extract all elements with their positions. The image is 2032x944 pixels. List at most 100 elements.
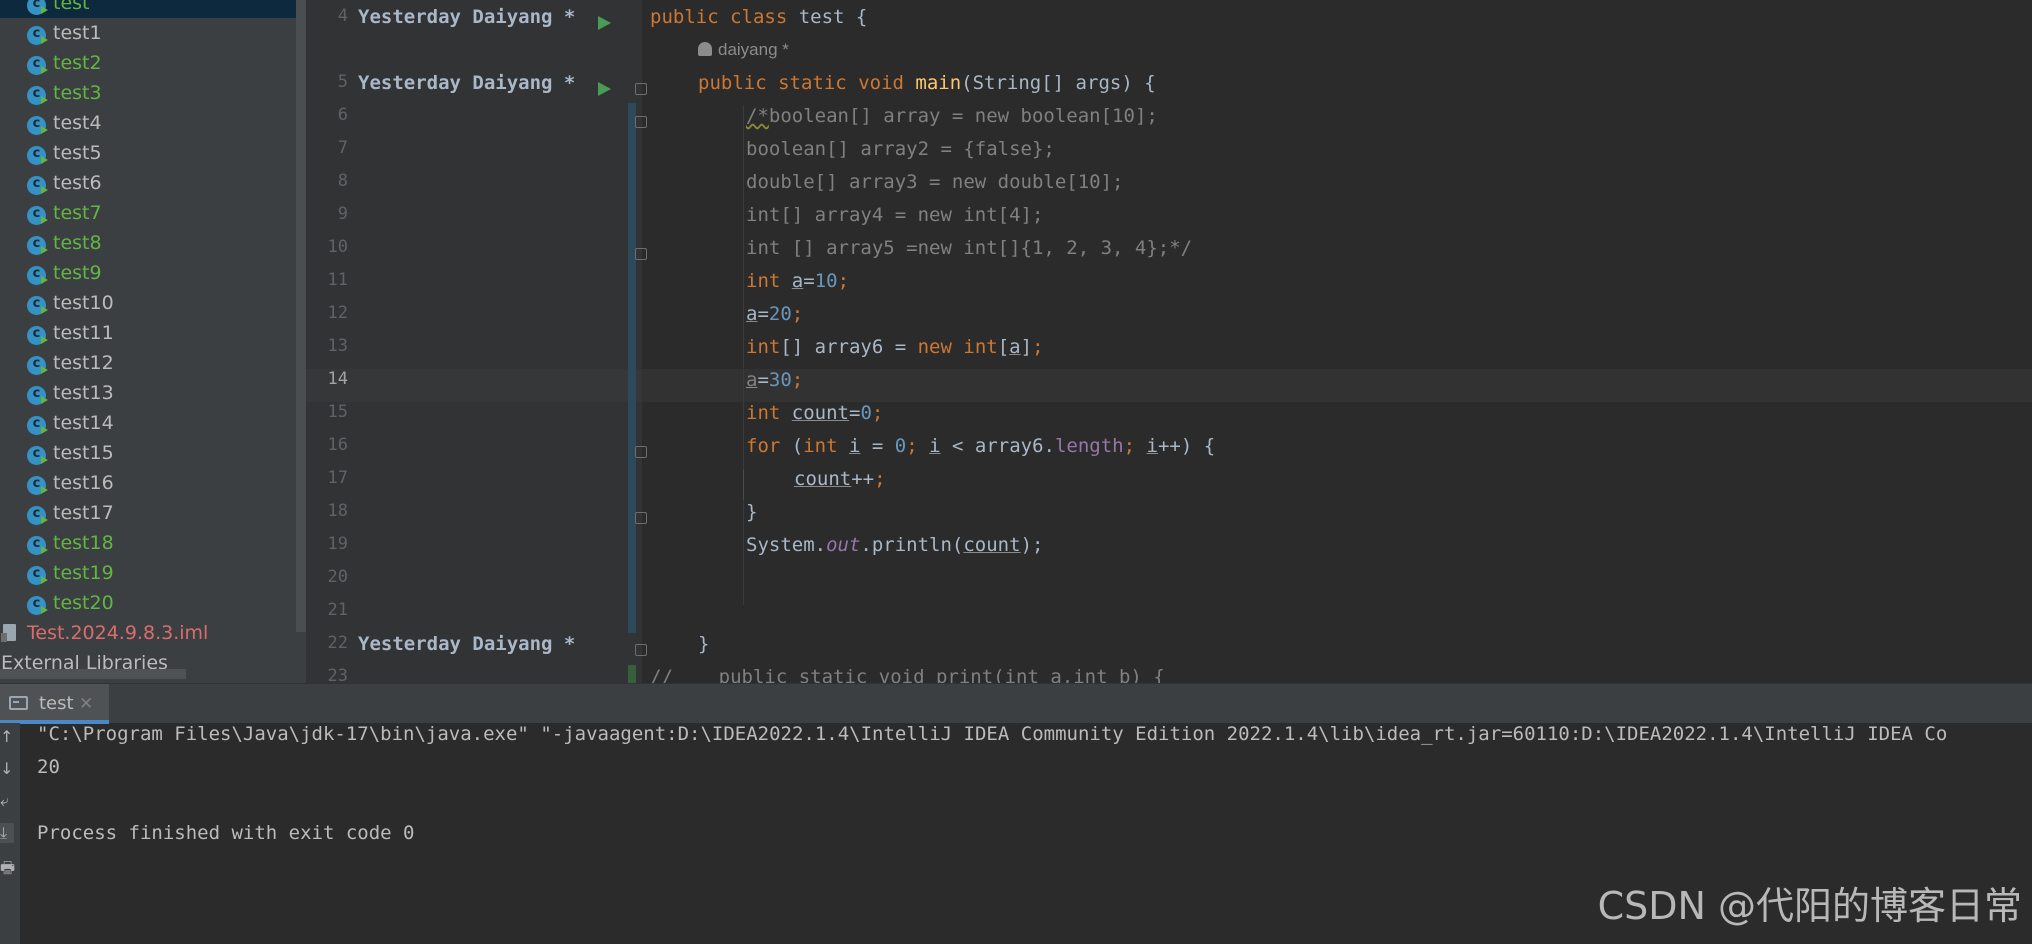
java-class-icon <box>27 0 48 15</box>
line-number: 9 <box>337 204 348 224</box>
tree-vertical-scrollbar[interactable] <box>296 0 306 632</box>
code-line-17[interactable]: count++; <box>794 468 886 490</box>
tree-item-test6[interactable]: test6 <box>0 168 296 198</box>
tree-item-test10[interactable]: test10 <box>0 288 296 318</box>
token-text: [] array6 = <box>780 336 918 358</box>
tree-item-test19[interactable]: test19 <box>0 558 296 588</box>
code-line-22[interactable]: } <box>698 633 709 655</box>
tree-item-label: test10 <box>53 292 114 314</box>
arrow-down-icon[interactable]: ↓ <box>0 759 14 778</box>
run-icon[interactable] <box>598 82 611 96</box>
code-line-6[interactable]: /*boolean[] array = new boolean[10]; <box>746 105 1158 127</box>
tree-item-label: test13 <box>53 382 114 404</box>
vcs-annotation[interactable]: Yesterday Daiyang * <box>358 72 575 94</box>
tree-item-test12[interactable]: test12 <box>0 348 296 378</box>
token-semicolon: ; <box>906 435 918 457</box>
inlay-author: daiyang * <box>718 40 789 59</box>
token-number: 20 <box>768 303 792 325</box>
token-text: ); <box>1020 534 1044 556</box>
java-class-icon <box>27 86 48 105</box>
code-line-14[interactable]: a=30; <box>746 369 803 391</box>
tree-item-label: test <box>53 0 90 14</box>
tree-item-test14[interactable]: test14 <box>0 408 296 438</box>
line-number: 16 <box>327 435 348 455</box>
line-number: 19 <box>327 534 348 554</box>
token-variable: i <box>929 435 941 457</box>
line-number: 11 <box>327 270 348 290</box>
code-line-12[interactable]: a=20; <box>746 303 803 325</box>
code-line-9[interactable]: int[] array4 = new int[4]; <box>746 204 1043 226</box>
code-line-5[interactable]: public static void main(String[] args) { <box>698 72 1156 94</box>
tree-item-test3[interactable]: test3 <box>0 78 296 108</box>
tree-item-test13[interactable]: test13 <box>0 378 296 408</box>
token-text: ( <box>780 435 804 457</box>
token-keyword: int <box>803 435 838 457</box>
tree-item-test7[interactable]: test7 <box>0 198 296 228</box>
token-text: ] <box>1020 336 1033 358</box>
tree-item-test5[interactable]: test5 <box>0 138 296 168</box>
tree-item-test2[interactable]: test2 <box>0 48 296 78</box>
tree-item-test9[interactable]: test9 <box>0 258 296 288</box>
soft-wrap-icon[interactable]: ⤶ <box>0 791 14 811</box>
gutter-line-7: 7 <box>306 138 642 171</box>
scroll-to-end-icon[interactable]: ⤓ <box>0 823 14 843</box>
code-line-16[interactable]: for (int i = 0; i < array6.length; i++) … <box>746 435 1215 457</box>
tree-item-test16[interactable]: test16 <box>0 468 296 498</box>
tree-item-label: test4 <box>53 112 102 134</box>
tree-horizontal-scrollbar[interactable] <box>0 669 186 679</box>
code-line-19[interactable]: System.out.println(count); <box>746 534 1043 556</box>
tree-item-label: test1 <box>53 22 102 44</box>
code-line-13[interactable]: int[] array6 = new int[a]; <box>746 336 1044 358</box>
code-line-11[interactable]: int a=10; <box>746 270 849 292</box>
code-line-8[interactable]: double[] array3 = new double[10]; <box>746 171 1124 193</box>
code-line-23[interactable]: // public static void print(int a,int b)… <box>650 666 1165 683</box>
run-tab[interactable]: test ✕ <box>0 684 109 724</box>
code-editor[interactable]: 4 Yesterday Daiyang * 5 Yesterday Daiyang … <box>306 0 2032 683</box>
print-icon[interactable]: 🖶 <box>0 857 15 884</box>
line-number: 15 <box>327 402 348 422</box>
token-number: 0 <box>860 402 872 424</box>
token-text: = <box>860 435 895 457</box>
token-semicolon: ; <box>791 369 804 391</box>
code-line-18[interactable]: } <box>746 501 757 523</box>
author-inlay-hint[interactable]: daiyang * <box>698 40 789 60</box>
gutter-line-12: 12 <box>306 303 642 336</box>
tree-item-test11[interactable]: test11 <box>0 318 296 348</box>
tree-item-test18[interactable]: test18 <box>0 528 296 558</box>
fold-icon[interactable] <box>635 83 647 95</box>
tree-item-test1[interactable]: test1 <box>0 18 296 48</box>
fold-icon[interactable] <box>635 644 647 656</box>
line-number: 21 <box>327 600 348 620</box>
token-comment: boolean[] array = new boolean[10]; <box>768 105 1158 127</box>
java-class-icon <box>27 506 48 525</box>
tree-item-iml-file[interactable]: Test.2024.9.8.3.iml <box>0 618 296 648</box>
token-semicolon: ; <box>1123 435 1136 457</box>
close-icon[interactable]: ✕ <box>79 684 93 724</box>
tree-item-test[interactable]: test <box>0 0 296 18</box>
tree-item-test17[interactable]: test17 <box>0 498 296 528</box>
code-line-4[interactable]: public class test { <box>650 6 867 28</box>
tree-item-label: test7 <box>53 202 102 224</box>
fold-icon[interactable] <box>635 116 647 128</box>
token-variable: count <box>791 402 849 424</box>
token-comment: /* <box>746 105 769 127</box>
token-text: .println( <box>860 534 964 556</box>
tree-item-test20[interactable]: test20 <box>0 588 296 618</box>
tree-item-test8[interactable]: test8 <box>0 228 296 258</box>
token-number: 10 <box>814 270 838 292</box>
run-icon[interactable] <box>598 16 611 30</box>
arrow-up-icon[interactable]: ↑ <box>0 727 14 746</box>
code-line-7[interactable]: boolean[] array2 = {false}; <box>746 138 1055 160</box>
code-line-10[interactable]: int [] array5 =new int[]{1, 2, 3, 4};*/ <box>746 237 1192 259</box>
console-line: 20 <box>37 756 60 778</box>
tree-item-test4[interactable]: test4 <box>0 108 296 138</box>
tree-item-test15[interactable]: test15 <box>0 438 296 468</box>
vcs-annotation[interactable]: Yesterday Daiyang * <box>358 633 575 655</box>
code-line-15[interactable]: int count=0; <box>746 402 883 424</box>
fold-icon[interactable] <box>635 446 647 458</box>
token-number: 30 <box>768 369 792 391</box>
vcs-annotation[interactable]: Yesterday Daiyang * <box>358 6 575 28</box>
fold-icon[interactable] <box>635 512 647 524</box>
java-class-icon <box>27 236 48 255</box>
fold-icon[interactable] <box>635 248 647 260</box>
